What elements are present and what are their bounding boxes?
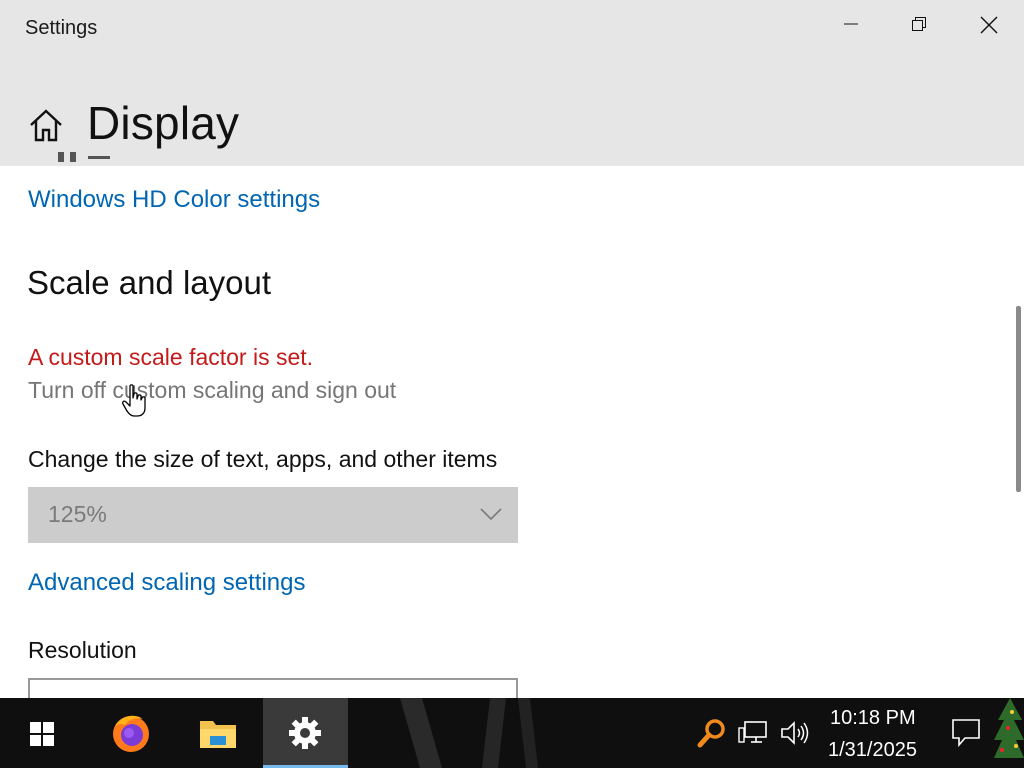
home-icon[interactable] <box>28 108 64 144</box>
title-bar: Settings Display <box>0 0 1024 166</box>
custom-scale-warning: A custom scale factor is set. <box>28 344 314 370</box>
volume-icon[interactable] <box>780 720 810 746</box>
section-title: Scale and layout <box>27 264 272 301</box>
resolution-label: Resolution <box>28 637 137 663</box>
chevron-down-icon <box>480 508 502 521</box>
scale-size-label: Change the size of text, apps, and other… <box>28 446 498 472</box>
network-icon[interactable] <box>738 720 768 746</box>
scrollbar-thumb[interactable] <box>1016 306 1021 492</box>
scale-dropdown[interactable]: 125% <box>28 487 518 543</box>
minimize-button[interactable] <box>817 0 885 48</box>
hand-cursor-icon <box>122 384 146 417</box>
scale-dropdown-value: 125% <box>48 501 107 527</box>
windows-logo-icon <box>30 722 54 746</box>
action-center-icon[interactable] <box>951 718 981 748</box>
taskbar-firefox[interactable] <box>90 698 174 768</box>
restore-icon <box>912 17 926 31</box>
close-button[interactable] <box>954 0 1022 48</box>
settings-content: Windows HD Color settings Scale and layo… <box>0 166 1024 698</box>
hd-color-settings-link[interactable]: Windows HD Color settings <box>28 186 320 214</box>
christmas-tree-icon <box>994 698 1024 758</box>
taskbar: 10:18 PM 1/31/2025 <box>0 698 1024 768</box>
taskbar-settings[interactable] <box>263 698 348 768</box>
page-title: Display <box>87 97 240 149</box>
firefox-icon <box>113 715 149 752</box>
restore-button[interactable] <box>885 0 953 48</box>
search-magnifier-icon[interactable] <box>697 718 727 748</box>
wallpaper-background <box>400 698 538 768</box>
close-icon <box>980 16 998 34</box>
minimize-icon <box>844 23 858 25</box>
folder-icon <box>200 721 236 748</box>
clock-date[interactable]: 1/31/2025 <box>828 739 917 762</box>
gear-icon <box>289 717 321 749</box>
turn-off-custom-scaling-link[interactable]: Turn off custom scaling and sign out <box>28 377 396 404</box>
start-button[interactable] <box>0 698 84 768</box>
resolution-dropdown[interactable] <box>28 678 518 698</box>
clipped-scrolled-text <box>28 150 138 166</box>
clock-time[interactable]: 10:18 PM <box>830 707 916 730</box>
taskbar-file-explorer[interactable] <box>176 698 260 768</box>
advanced-scaling-settings-link[interactable]: Advanced scaling settings <box>28 569 306 597</box>
window-title: Settings <box>25 17 98 39</box>
